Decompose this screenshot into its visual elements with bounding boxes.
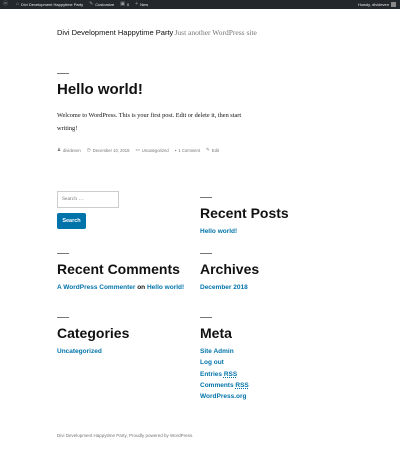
divider (57, 317, 69, 318)
search-button[interactable]: Search (57, 213, 86, 229)
divider (57, 253, 69, 254)
meta-list: Site Admin Log out Entries RSS Comments … (200, 346, 249, 402)
meta-comments-rss-link[interactable]: Comments RSS (200, 380, 249, 391)
meta-title: Meta (200, 325, 232, 341)
comment-author-link[interactable]: A WordPress Commenter (57, 284, 135, 291)
pencil-icon: ✎ (206, 147, 210, 152)
admin-bar-customize-label: Customize (95, 2, 115, 7)
plus-icon: + (135, 1, 139, 7)
post-category-text: Uncategorized (141, 147, 169, 153)
person-icon: ♟ (57, 147, 62, 152)
post-content: Welcome to WordPress. This is your first… (57, 112, 242, 132)
comment-icon: ▣ (120, 1, 125, 7)
meta-entries-rss-link[interactable]: Entries RSS (200, 369, 249, 380)
admin-bar-site-label: Divi Development Happytime Party (21, 2, 84, 7)
rss-abbr: RSS (223, 370, 238, 378)
rss-abbr: RSS (235, 381, 249, 389)
admin-bar-new-label: New (140, 2, 149, 7)
archives-title: Archives (200, 261, 260, 277)
category-link[interactable]: Uncategorized (57, 346, 102, 357)
divider (200, 197, 212, 198)
clock-icon: ◷ (86, 147, 91, 152)
post-author-name: divideven (63, 147, 81, 153)
admin-bar-new[interactable]: + New (132, 0, 151, 9)
meta-wordpress-org-link[interactable]: WordPress.org (200, 391, 249, 402)
meta-site-admin-link[interactable]: Site Admin (200, 346, 249, 357)
recent-post-link[interactable]: Hello world! (200, 226, 237, 237)
entries-rss-prefix: Entries (200, 370, 223, 378)
post-meta: ♟ divideven ◷ December 10, 2018 ▭ Uncate… (57, 147, 225, 153)
title-separator: — (163, 28, 171, 37)
admin-bar-customize[interactable]: ✎ Customize (86, 0, 117, 9)
admin-bar-howdy: Howdy, divideven (357, 2, 389, 7)
post-edit[interactable]: ✎ Edit (206, 147, 219, 153)
site-tagline: Just another WordPress site (174, 28, 257, 37)
recent-posts-title: Recent Posts (200, 205, 289, 221)
post-category[interactable]: ▭ Uncategorized (135, 147, 168, 153)
archive-link[interactable]: December 2018 (200, 282, 248, 293)
post-edit-text: Edit (211, 147, 220, 153)
post-author[interactable]: ♟ divideven (57, 147, 81, 153)
admin-bar: ⓦ ⌂ Divi Development Happytime Party ✎ C… (0, 0, 400, 9)
wordpress-menu[interactable]: ⓦ (0, 0, 13, 9)
admin-bar-account[interactable]: Howdy, divideven (358, 0, 400, 9)
post-comments[interactable]: ▪ 1 Comment (175, 148, 200, 153)
comment-post-link[interactable]: Hello world! (147, 284, 184, 291)
comment-icon: ▪ (174, 147, 177, 153)
divider (200, 253, 212, 254)
divider (57, 73, 69, 74)
recent-comment-item: A WordPress Commenter on Hello world! (57, 283, 187, 292)
site-footer: Divi Development Happytime Party, Proudl… (57, 433, 194, 438)
divider (200, 317, 212, 318)
comments-rss-prefix: Comments (200, 381, 234, 389)
meta-logout-link[interactable]: Log out (200, 357, 249, 368)
home-icon: ⌂ (16, 1, 20, 7)
admin-bar-comments[interactable]: ▣ 0 (117, 0, 132, 9)
wordpress-logo-icon: ⓦ (3, 1, 9, 7)
site-title[interactable]: Divi Development Happytime Party (57, 28, 173, 37)
search-input[interactable]: Search … (57, 191, 119, 208)
post-comments-text: 1 Comment (178, 147, 201, 153)
folder-icon: ▭ (135, 147, 140, 152)
post-date[interactable]: ◷ December 10, 2018 (87, 147, 130, 153)
recent-comments-title: Recent Comments (57, 261, 180, 277)
paintbrush-icon: ✎ (89, 1, 94, 7)
admin-bar-site-name[interactable]: ⌂ Divi Development Happytime Party (13, 0, 86, 9)
comment-on-text: on (137, 284, 146, 291)
avatar (391, 2, 396, 7)
post-date-text: December 10, 2018 (92, 147, 130, 153)
post-title[interactable]: Hello world! (57, 81, 143, 98)
site-description: — Just another WordPress site (163, 28, 257, 37)
admin-bar-comments-count: 0 (126, 2, 130, 7)
categories-title: Categories (57, 325, 130, 341)
